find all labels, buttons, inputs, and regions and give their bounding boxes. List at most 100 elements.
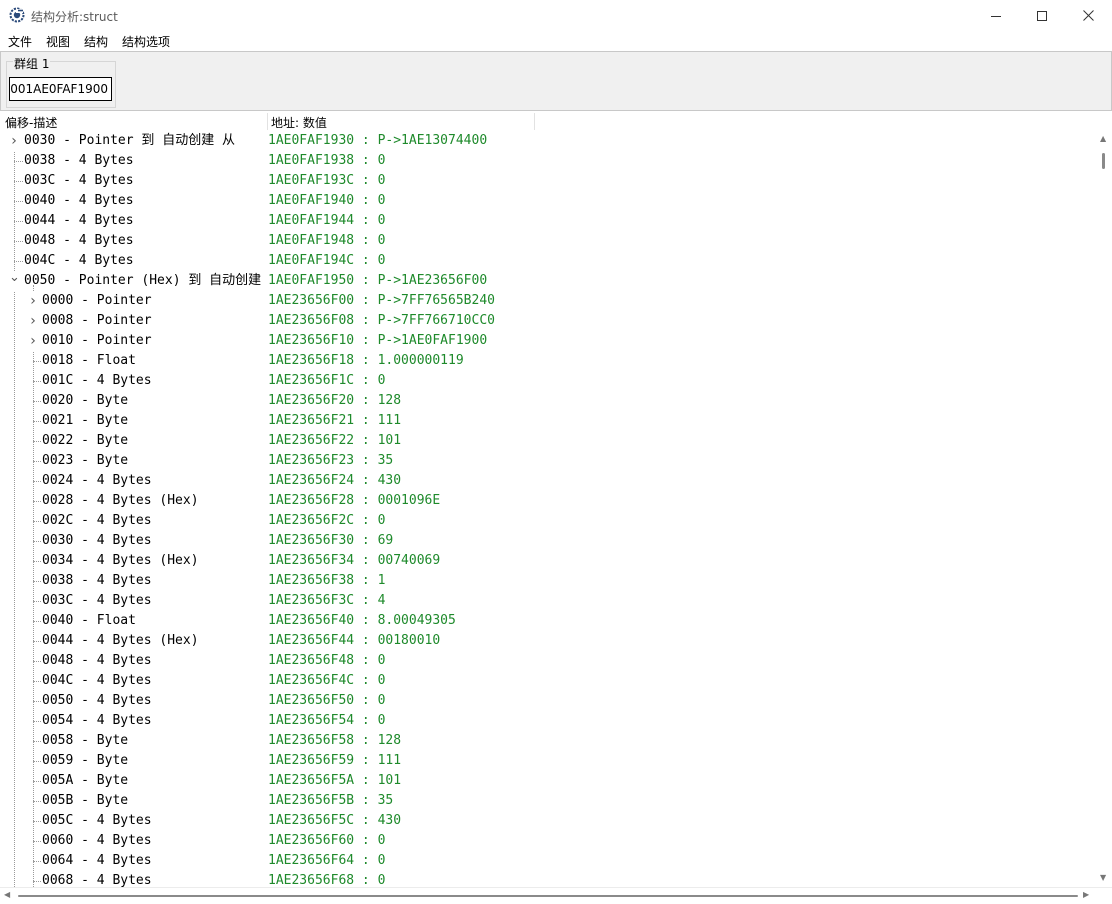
row-address-value: 1AE23656F10 : P->1AE0FAF1900 xyxy=(268,333,488,348)
tree-row[interactable]: 005C - 4 Bytes 1AE23656F5C : 430 xyxy=(0,811,1096,831)
tree-line xyxy=(33,821,41,822)
tree-row[interactable]: 0048 - 4 Bytes 1AE23656F48 : 0 xyxy=(0,651,1096,671)
tree-row[interactable]: 004C - 4 Bytes 1AE23656F4C : 0 xyxy=(0,671,1096,691)
row-address-value: 1AE0FAF1938 : 0 xyxy=(268,153,386,168)
row-offset-desc: 0028 - 4 Bytes (Hex) xyxy=(42,493,199,508)
row-address-value: 1AE23656F50 : 0 xyxy=(268,693,386,708)
horizontal-scrollbar[interactable]: ◀ ▶ xyxy=(0,887,1112,904)
minimize-button[interactable] xyxy=(973,0,1019,31)
close-button[interactable] xyxy=(1065,0,1111,31)
tree-row[interactable]: 0018 - Float 1AE23656F18 : 1.000000119 xyxy=(0,351,1096,371)
row-address-value: 1AE23656F18 : 1.000000119 xyxy=(268,353,464,368)
chevron-right-icon[interactable]: › xyxy=(9,131,19,151)
tree-row[interactable]: 0038 - 4 Bytes 1AE0FAF1938 : 0 xyxy=(0,151,1096,171)
tree-line xyxy=(33,781,41,782)
tree-row[interactable]: 0030 - 4 Bytes 1AE23656F30 : 69 xyxy=(0,531,1096,551)
tree-row[interactable]: › 0030 - Pointer 到 自动创建 从 1AE0FAF1930 : P-… xyxy=(0,131,1096,151)
tree-line xyxy=(33,641,41,642)
tree-row[interactable]: 003C - 4 Bytes 1AE23656F3C : 4 xyxy=(0,591,1096,611)
row-address-value: 1AE0FAF1930 : P->1AE13074400 xyxy=(268,133,488,148)
tree-line xyxy=(33,761,41,762)
row-offset-desc: 0008 - Pointer xyxy=(42,313,152,328)
chevron-right-icon[interactable]: › xyxy=(28,291,38,311)
tree-row[interactable]: › 0008 - Pointer 1AE23656F08 : P->7FF76671… xyxy=(0,311,1096,331)
menu-structure-options[interactable]: 结构选项 xyxy=(122,33,170,50)
tree-row[interactable]: 0038 - 4 Bytes 1AE23656F38 : 1 xyxy=(0,571,1096,591)
menu-view[interactable]: 视图 xyxy=(46,33,70,50)
tree-row[interactable]: 0040 - 4 Bytes 1AE0FAF1940 : 0 xyxy=(0,191,1096,211)
tree-row[interactable]: 005A - Byte 1AE23656F5A : 101 xyxy=(0,771,1096,791)
tree-line xyxy=(33,661,41,662)
vertical-scroll-thumb[interactable] xyxy=(1102,153,1105,169)
tree-row[interactable]: 0028 - 4 Bytes (Hex) 1AE23656F28 : 000109… xyxy=(0,491,1096,511)
chevron-right-icon[interactable]: › xyxy=(28,311,38,331)
tree-line xyxy=(33,541,41,542)
tree-row[interactable]: 0059 - Byte 1AE23656F59 : 111 xyxy=(0,751,1096,771)
tree-row[interactable]: 002C - 4 Bytes 1AE23656F2C : 0 xyxy=(0,511,1096,531)
row-offset-desc: 0018 - Float xyxy=(42,353,136,368)
tree-row[interactable]: 001C - 4 Bytes 1AE23656F1C : 0 xyxy=(0,371,1096,391)
tree-row[interactable]: 0068 - 4 Bytes 1AE23656F68 : 0 xyxy=(0,871,1096,887)
title-bar: 结构分析:struct xyxy=(0,0,1112,31)
row-address-value: 1AE23656F3C : 4 xyxy=(268,593,386,608)
row-offset-desc: 0038 - 4 Bytes xyxy=(24,153,134,168)
tree-row[interactable]: 003C - 4 Bytes 1AE0FAF193C : 0 xyxy=(0,171,1096,191)
scroll-up-icon[interactable]: ▲ xyxy=(1100,134,1106,143)
tree-row[interactable]: 0050 - 4 Bytes 1AE23656F50 : 0 xyxy=(0,691,1096,711)
tree-line xyxy=(33,561,41,562)
tree-row[interactable]: 0034 - 4 Bytes (Hex) 1AE23656F34 : 007400… xyxy=(0,551,1096,571)
row-address-value: 1AE23656F34 : 00740069 xyxy=(268,553,441,568)
horizontal-scroll-thumb[interactable] xyxy=(18,895,1078,897)
tree-row[interactable]: 0058 - Byte 1AE23656F58 : 128 xyxy=(0,731,1096,751)
scroll-right-icon[interactable]: ▶ xyxy=(1083,890,1089,899)
tree-row[interactable]: 0054 - 4 Bytes 1AE23656F54 : 0 xyxy=(0,711,1096,731)
row-address-value: 1AE0FAF194C : 0 xyxy=(268,253,386,268)
cheat-engine-icon xyxy=(9,7,25,23)
maximize-button[interactable] xyxy=(1019,0,1065,31)
header-divider[interactable] xyxy=(534,113,535,130)
scroll-down-icon[interactable]: ▼ xyxy=(1100,873,1106,882)
tree-row[interactable]: 0044 - 4 Bytes (Hex) 1AE23656F44 : 001800… xyxy=(0,631,1096,651)
tree-row[interactable]: ⌄ 0050 - Pointer (Hex) 到 自动创建 1AE0FAF1950 … xyxy=(0,271,1096,291)
tree-row[interactable]: 0040 - Float 1AE23656F40 : 8.00049305 xyxy=(0,611,1096,631)
address-field[interactable]: 0001AE0FAF1900 xyxy=(9,77,112,101)
header-divider[interactable] xyxy=(267,113,268,130)
vertical-scrollbar[interactable]: ▲ ▼ xyxy=(1096,131,1112,887)
row-address-value: 1AE23656F64 : 0 xyxy=(268,853,386,868)
chevron-right-icon[interactable]: › xyxy=(28,331,38,351)
row-address-value: 1AE23656F44 : 00180010 xyxy=(268,633,441,648)
tree-row[interactable]: 0020 - Byte 1AE23656F20 : 128 xyxy=(0,391,1096,411)
row-offset-desc: 0000 - Pointer xyxy=(42,293,152,308)
row-offset-desc: 005A - Byte xyxy=(42,773,129,788)
structure-tree[interactable]: › 0030 - Pointer 到 自动创建 从 1AE0FAF1930 : P-… xyxy=(0,131,1096,887)
header-address-value[interactable]: 地址: 数值 xyxy=(271,114,327,131)
chevron-down-icon[interactable]: ⌄ xyxy=(9,271,20,291)
tree-line xyxy=(33,841,41,842)
tree-row[interactable]: › 0010 - Pointer 1AE23656F10 : P->1AE0FAF1… xyxy=(0,331,1096,351)
tree-row[interactable]: 004C - 4 Bytes 1AE0FAF194C : 0 xyxy=(0,251,1096,271)
tree-row[interactable]: 005B - Byte 1AE23656F5B : 35 xyxy=(0,791,1096,811)
header-offset-desc[interactable]: 偏移-描述 xyxy=(5,114,57,131)
row-address-value: 1AE23656F54 : 0 xyxy=(268,713,386,728)
tree-row[interactable]: 0023 - Byte 1AE23656F23 : 35 xyxy=(0,451,1096,471)
tree-line xyxy=(14,161,23,162)
tree-row[interactable]: 0024 - 4 Bytes 1AE23656F24 : 430 xyxy=(0,471,1096,491)
row-offset-desc: 0050 - Pointer (Hex) 到 自动创建 xyxy=(24,273,262,288)
row-address-value: 1AE23656F38 : 1 xyxy=(268,573,386,588)
tree-line xyxy=(33,621,41,622)
tree-row[interactable]: 0044 - 4 Bytes 1AE0FAF1944 : 0 xyxy=(0,211,1096,231)
row-address-value: 1AE0FAF1944 : 0 xyxy=(268,213,386,228)
tree-row[interactable]: 0064 - 4 Bytes 1AE23656F64 : 0 xyxy=(0,851,1096,871)
tree-row[interactable]: 0022 - Byte 1AE23656F22 : 101 xyxy=(0,431,1096,451)
tree-row[interactable]: 0048 - 4 Bytes 1AE0FAF1948 : 0 xyxy=(0,231,1096,251)
row-offset-desc: 001C - 4 Bytes xyxy=(42,373,152,388)
menu-file[interactable]: 文件 xyxy=(8,33,32,50)
tree-row[interactable]: 0021 - Byte 1AE23656F21 : 111 xyxy=(0,411,1096,431)
tree-row[interactable]: › 0000 - Pointer 1AE23656F00 : P->7FF76565… xyxy=(0,291,1096,311)
row-offset-desc: 0054 - 4 Bytes xyxy=(42,713,152,728)
tree-row[interactable]: 0060 - 4 Bytes 1AE23656F60 : 0 xyxy=(0,831,1096,851)
menu-structure[interactable]: 结构 xyxy=(84,33,108,50)
menu-bar: 文件 视图 结构 结构选项 xyxy=(0,31,1112,51)
scroll-left-icon[interactable]: ◀ xyxy=(4,890,10,899)
group-label: 群组 1 xyxy=(13,55,51,72)
